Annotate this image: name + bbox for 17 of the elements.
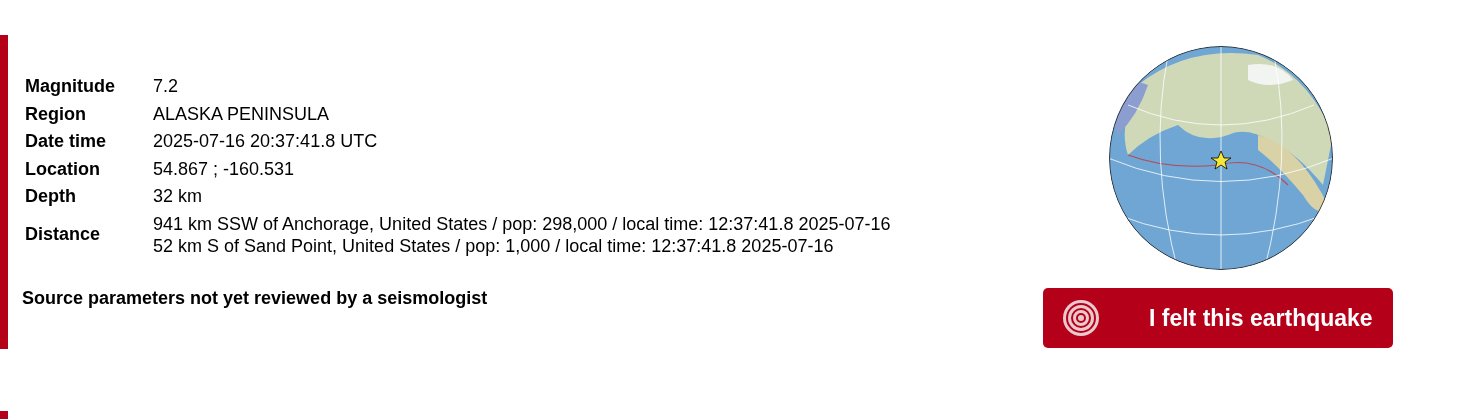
field-label: Date time xyxy=(25,128,153,156)
felt-earthquake-button[interactable]: I felt this earthquake xyxy=(1043,288,1393,348)
field-label: Magnitude xyxy=(25,73,153,101)
field-label: Depth xyxy=(25,183,153,211)
field-value: 7.2 xyxy=(153,75,180,98)
field-label: Distance xyxy=(25,210,153,259)
field-label: Location xyxy=(25,155,153,183)
field-value: 941 km SSW of Anchorage, United States / pop: 298,000 / local time: 12:37:41.8 2025-07-16 xyxy=(153,212,891,235)
ripple-icon xyxy=(1061,298,1101,338)
field-value: 52 km S of Sand Point, United States / pop: 1,000 / local time: 12:37:41.8 2025-07-16 xyxy=(153,234,835,257)
field-value: 54.867 ; -160.531 xyxy=(153,157,296,181)
field-value: ALASKA PENINSULA xyxy=(153,102,331,126)
field-value: 32 km xyxy=(153,185,204,208)
field-value: 2025-07-16 20:37:41.8 UTC xyxy=(153,130,379,153)
review-note: Source parameters not yet reviewed by a seismologist xyxy=(22,286,489,310)
field-label: Region xyxy=(25,100,153,128)
section-marker xyxy=(0,411,8,419)
